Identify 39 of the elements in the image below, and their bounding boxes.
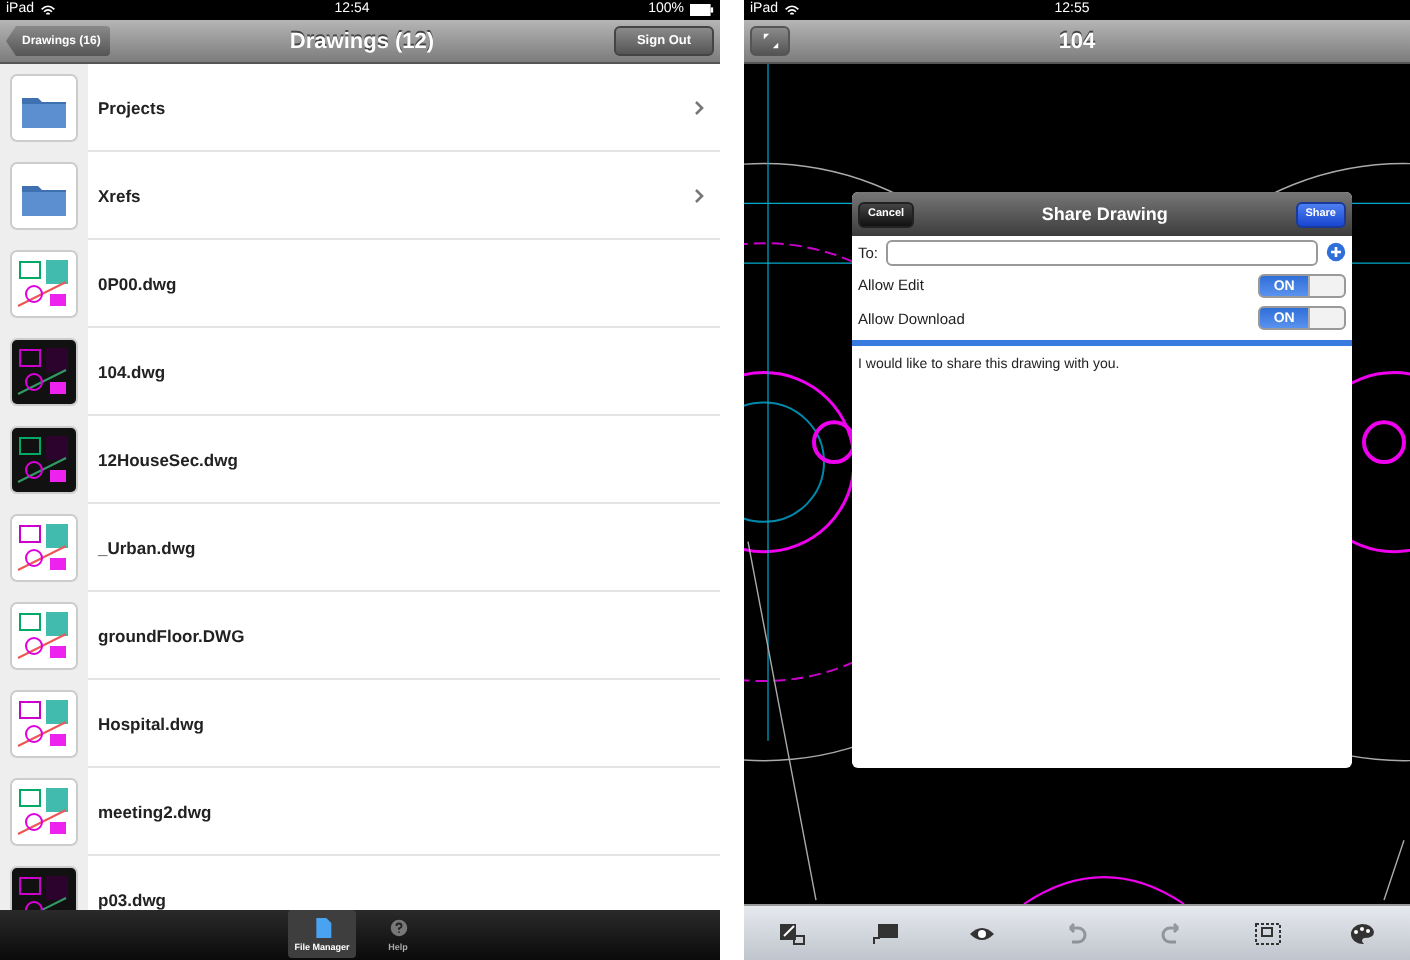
edit-icon[interactable] — [777, 921, 806, 945]
battery-icon — [690, 4, 714, 16]
file-row[interactable]: Projects — [0, 64, 720, 152]
comment-icon[interactable] — [872, 921, 901, 945]
help-icon — [389, 917, 407, 937]
file-name: meeting2.dwg — [98, 801, 214, 821]
file-name: _Urban.dwg — [98, 537, 198, 557]
file-name: Projects — [98, 97, 168, 117]
folder-icon — [10, 161, 78, 229]
file-name: Hospital.dwg — [98, 713, 206, 733]
selection-icon[interactable] — [1253, 921, 1282, 945]
dialog-title: Share Drawing — [1039, 204, 1170, 224]
chevron-icon — [694, 187, 704, 203]
file-name: 12HouseSec.dwg — [98, 449, 240, 469]
fullscreen-button[interactable] — [750, 26, 790, 56]
file-name: 0P00.dwg — [98, 273, 179, 293]
screen-title: Drawings (12) — [287, 29, 437, 53]
file-row[interactable]: Hospital.dwg — [0, 680, 720, 768]
file-row[interactable]: meeting2.dwg — [0, 768, 720, 856]
folder-icon — [10, 73, 78, 141]
wifi-icon — [784, 3, 801, 17]
palette-icon[interactable] — [1348, 921, 1377, 945]
drawing-title: 104 — [1056, 29, 1098, 53]
file-row[interactable]: 0P00.dwg — [0, 240, 720, 328]
file-name: Xrefs — [98, 185, 143, 205]
arrows-icon — [761, 32, 779, 50]
recipient-field[interactable] — [886, 239, 1318, 266]
file-name: groundFloor.DWG — [98, 625, 247, 645]
add-icon[interactable] — [1326, 242, 1346, 263]
file-row[interactable]: 104.dwg — [0, 328, 720, 416]
document-icon — [313, 917, 331, 937]
file-name: p03.dwg — [98, 889, 169, 909]
file-row[interactable]: 12HouseSec.dwg — [0, 416, 720, 504]
file-row[interactable]: _Urban.dwg — [0, 504, 720, 592]
chevron-icon — [694, 99, 704, 115]
wifi-icon — [40, 3, 57, 17]
file-name: 104.dwg — [98, 361, 168, 381]
file-row[interactable]: Xrefs — [0, 152, 720, 240]
file-row[interactable]: groundFloor.DWG — [0, 592, 720, 680]
